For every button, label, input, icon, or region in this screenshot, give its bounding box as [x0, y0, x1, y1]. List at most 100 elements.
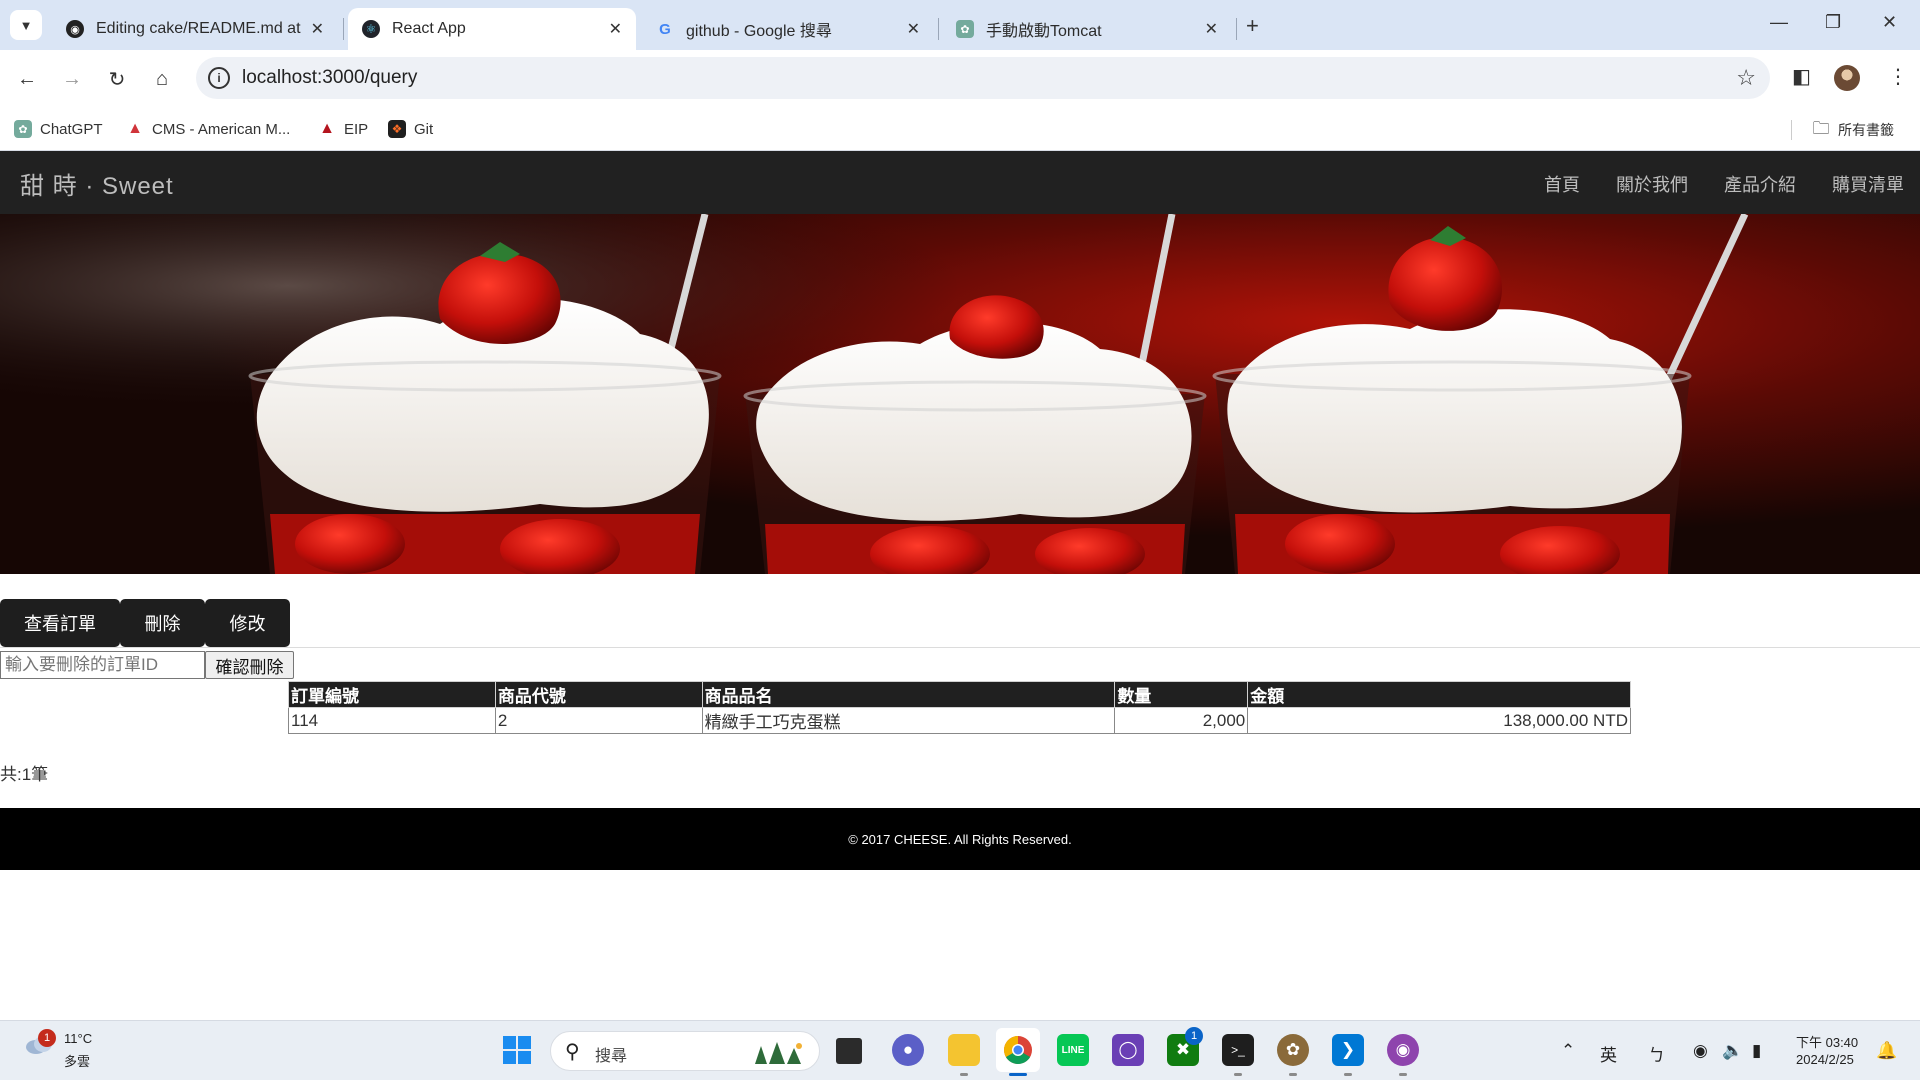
restore-icon[interactable]: ❐ — [1825, 12, 1841, 33]
bookmark-eip[interactable]: ▲ EIP — [318, 120, 368, 138]
running-indicator — [960, 1073, 968, 1076]
tab-title: 手動啟動Tomcat — [986, 23, 1102, 40]
ime-mode[interactable]: ㄅ — [1648, 1041, 1665, 1066]
clock-date[interactable]: 2024/2/25 — [1796, 1052, 1854, 1067]
site-info-icon[interactable]: i — [208, 67, 230, 89]
tab-title: React App — [392, 20, 466, 37]
teams-chat-icon[interactable]: ● — [892, 1034, 924, 1066]
tab-google-search[interactable]: G github - Google 搜尋 ✕ — [642, 8, 934, 50]
header-product-code: 商品代號 — [494, 681, 703, 708]
table-header-row: 訂單編號 商品代號 商品品名 數量 金額 — [288, 681, 1631, 708]
close-icon[interactable]: ✕ — [609, 19, 622, 39]
search-label: 搜尋 — [595, 1048, 628, 1065]
chatgpt-icon: ✿ — [956, 20, 974, 38]
forward-icon[interactable]: → — [57, 64, 87, 94]
react-icon: ⚛ — [362, 20, 380, 38]
tab-search-icon[interactable]: ▼ — [10, 10, 42, 40]
close-icon[interactable]: ✕ — [311, 19, 324, 39]
active-indicator — [1009, 1073, 1027, 1076]
nav-products[interactable]: 產品介紹 — [1724, 171, 1796, 197]
cell-order-id: 114 — [288, 707, 496, 734]
running-indicator — [1344, 1073, 1352, 1076]
minimize-icon[interactable]: — — [1770, 12, 1788, 33]
bookmark-label: ChatGPT — [40, 120, 103, 138]
weather-badge: 1 — [38, 1029, 56, 1047]
total-count: 共:1筆 — [0, 765, 49, 784]
search-icon: ⚲ — [565, 1041, 580, 1063]
bookmark-chatgpt[interactable]: ✿ ChatGPT — [14, 120, 103, 138]
hero-banner-image — [0, 214, 1920, 574]
confirm-delete-button[interactable]: 確認刪除 — [205, 651, 294, 679]
profile-avatar[interactable] — [1834, 65, 1860, 91]
nav-cart[interactable]: 購買清單 — [1832, 171, 1904, 197]
header-amount: 金額 — [1247, 681, 1631, 708]
task-view-icon[interactable] — [836, 1038, 862, 1064]
delete-button[interactable]: 刪除 — [120, 599, 205, 647]
windows-taskbar: 1 11°C 多雲 ⚲ 搜尋 ● LINE ◯ ✖ 1 >_ ✿ ❯ ◉ ⌃ 英… — [0, 1020, 1920, 1080]
weather-condition: 多雲 — [64, 1054, 91, 1069]
tomcat-icon[interactable]: ✿ — [1277, 1034, 1309, 1066]
site-brand[interactable]: 甜 時 · Sweet — [20, 166, 174, 201]
terminal-icon[interactable]: >_ — [1222, 1034, 1254, 1066]
new-tab-icon[interactable]: + — [1246, 13, 1259, 39]
parfait-illustration — [0, 214, 1920, 574]
notification-bell-icon[interactable]: 🔔 — [1876, 1041, 1897, 1061]
tab-tomcat[interactable]: ✿ 手動啟動Tomcat ✕ — [942, 8, 1232, 50]
bookmarks-bar: ✿ ChatGPT ▲ CMS - American M... ▲ EIP ❖ … — [0, 108, 1920, 151]
tab-react-app[interactable]: ⚛ React App ✕ — [348, 8, 636, 50]
xbox-badge: 1 — [1185, 1027, 1203, 1045]
back-icon[interactable]: ← — [12, 64, 42, 94]
tab-title: github - Google 搜尋 — [686, 23, 832, 40]
header-order-id: 訂單編號 — [288, 681, 496, 708]
google-icon: G — [659, 20, 671, 38]
cell-product-name: 精緻手工巧克蛋糕 — [701, 707, 1116, 734]
tab-github-readme[interactable]: ◉ Editing cake/README.md at m ✕ — [52, 8, 338, 50]
table-row: 114 2 精緻手工巧克蛋糕 2,000 138,000.00 NTD — [288, 707, 1631, 734]
modify-button[interactable]: 修改 — [205, 599, 290, 647]
home-icon[interactable]: ⌂ — [147, 64, 177, 94]
bookmark-divider — [1791, 120, 1792, 140]
order-id-input[interactable] — [0, 651, 205, 679]
address-bar[interactable]: i localhost:3000/query ☆ — [196, 57, 1770, 99]
speaker-muted-icon[interactable]: 🔈 — [1722, 1041, 1743, 1061]
bookmark-label: Git — [414, 120, 434, 138]
running-indicator — [1289, 1073, 1297, 1076]
browser-toolbar: ← → ↻ ⌂ i localhost:3000/query ☆ ◧ ⋮ — [0, 50, 1920, 108]
bookmark-cms[interactable]: ▲ CMS - American M... — [126, 120, 290, 138]
eip-icon: ▲ — [319, 120, 335, 137]
file-explorer-icon[interactable] — [948, 1034, 980, 1066]
view-orders-button[interactable]: 查看訂單 — [0, 599, 120, 647]
ime-language[interactable]: 英 — [1600, 1041, 1617, 1066]
windows-start-icon[interactable] — [501, 1034, 533, 1066]
vscode-icon[interactable]: ❯ — [1332, 1034, 1364, 1066]
site-navbar: 甜 時 · Sweet 首頁 關於我們 產品介紹 購買清單 — [0, 151, 1920, 214]
side-panel-icon[interactable]: ◧ — [1792, 64, 1811, 89]
github-icon: ◉ — [66, 20, 84, 38]
nav-home[interactable]: 首頁 — [1544, 171, 1580, 197]
url-text[interactable]: localhost:3000/query — [242, 67, 417, 89]
bookmark-star-icon[interactable]: ☆ — [1736, 65, 1756, 91]
taskbar-search[interactable]: ⚲ 搜尋 — [550, 1031, 820, 1071]
close-icon[interactable]: ✕ — [907, 19, 920, 39]
windows-logo-icon — [503, 1036, 531, 1064]
window-close-icon[interactable]: ✕ — [1882, 12, 1897, 33]
close-icon[interactable]: ✕ — [1205, 19, 1218, 39]
clock-time[interactable]: 下午 03:40 — [1796, 1032, 1858, 1051]
tab-title: Editing cake/README.md at m — [96, 20, 303, 37]
battery-icon[interactable]: ▮ — [1752, 1041, 1761, 1061]
tab-divider — [1236, 18, 1237, 40]
wifi-icon[interactable]: ◉ — [1693, 1041, 1708, 1061]
line-icon[interactable]: LINE — [1057, 1034, 1089, 1066]
github-desktop-icon[interactable]: ◉ — [1387, 1034, 1419, 1066]
search-highlight-icon — [755, 1042, 802, 1064]
show-hidden-icons-icon[interactable]: ⌃ — [1561, 1041, 1575, 1061]
running-indicator — [1234, 1073, 1242, 1076]
chrome-icon[interactable] — [996, 1028, 1040, 1072]
menu-kebab-icon[interactable]: ⋮ — [1888, 64, 1908, 89]
proton-icon[interactable]: ◯ — [1112, 1034, 1144, 1066]
all-bookmarks[interactable]: 🗀 所有書籤 — [1812, 119, 1895, 140]
order-action-buttons: 查看訂單 刪除 修改 — [0, 599, 290, 647]
reload-icon[interactable]: ↻ — [102, 64, 132, 94]
bookmark-git[interactable]: ❖ Git — [388, 120, 433, 138]
nav-about[interactable]: 關於我們 — [1616, 171, 1688, 197]
